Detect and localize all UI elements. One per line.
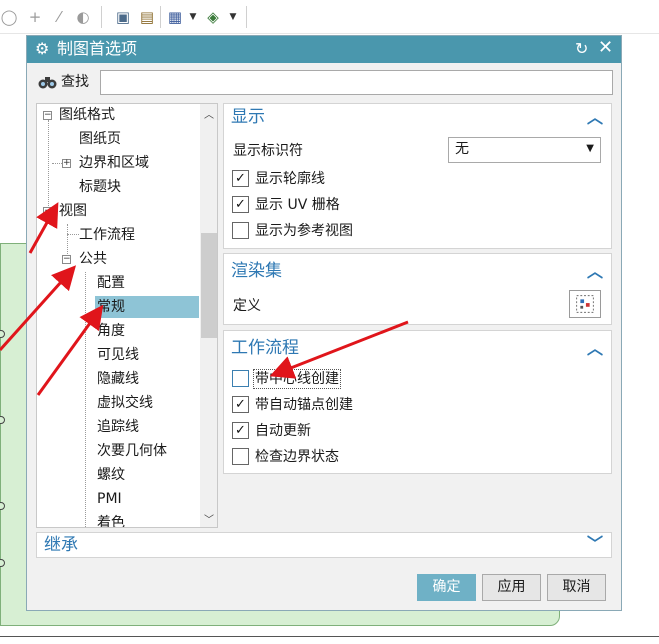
collapse-toggle-icon[interactable]: − bbox=[43, 111, 52, 120]
auto-update-checkbox[interactable]: ✓ bbox=[232, 422, 249, 439]
workflow-panel: 工作流程 ︿ 带中心线创建 ✓ 带自动锚点创建 ✓ 自动更新 检查边界状态 bbox=[223, 330, 612, 474]
tree-item-drawing-sheet[interactable]: 图纸页 bbox=[79, 128, 121, 150]
render-set-panel-title: 渲染集 bbox=[231, 261, 282, 281]
sheet-marker bbox=[0, 416, 5, 424]
tree-item-borders-zones[interactable]: 边界和区域 bbox=[79, 152, 149, 174]
tree-item-shading[interactable]: 着色 bbox=[97, 512, 125, 527]
tree-item-workflow[interactable]: 工作流程 bbox=[79, 224, 135, 246]
create-with-auto-anchor-label: 带自动锚点创建 bbox=[255, 397, 353, 413]
dialog-titlebar[interactable]: ⚙ 制图首选项 ↻ ✕ bbox=[27, 36, 621, 63]
inherit-panel[interactable]: 继承 ﹀ bbox=[36, 532, 612, 558]
toolbar-separator bbox=[101, 6, 102, 28]
tree-item-common[interactable]: 公共 bbox=[79, 248, 107, 270]
close-icon[interactable]: ✕ bbox=[598, 38, 613, 58]
display-panel-title: 显示 bbox=[231, 107, 265, 127]
auto-update-label: 自动更新 bbox=[255, 423, 311, 439]
identifier-select[interactable]: 无 ▼ bbox=[448, 137, 601, 163]
collapse-chevron-icon[interactable]: ︿ bbox=[587, 263, 603, 281]
show-uv-grid-checkbox[interactable]: ✓ bbox=[232, 196, 249, 213]
dialog-title: 制图首选项 bbox=[57, 39, 138, 58]
tree-item-configuration[interactable]: 配置 bbox=[97, 272, 125, 294]
tree-item-visible-lines[interactable]: 可见线 bbox=[97, 344, 139, 366]
display-panel: 显示 ︿ 显示标识符 无 ▼ ✓ 显示轮廓线 ✓ 显示 UV 栅格 显示为参考视… bbox=[223, 103, 612, 249]
check-border-status-checkbox[interactable] bbox=[232, 448, 249, 465]
tree-item-secondary-geometry[interactable]: 次要几何体 bbox=[97, 440, 167, 462]
tree-item-angle[interactable]: 角度 bbox=[97, 320, 125, 342]
create-with-centerlines-checkbox[interactable] bbox=[232, 370, 249, 387]
tree-item-hidden-lines[interactable]: 隐藏线 bbox=[97, 368, 139, 390]
binoculars-icon bbox=[38, 77, 57, 89]
workflow-panel-title: 工作流程 bbox=[231, 338, 299, 358]
tree-scrollbar-thumb[interactable] bbox=[201, 233, 217, 338]
tree-item-general[interactable]: 常规 bbox=[95, 296, 199, 318]
feature-tool-icon[interactable]: ◈ bbox=[204, 8, 222, 26]
drawing-border-line bbox=[0, 636, 659, 637]
collapse-chevron-icon[interactable]: ︿ bbox=[587, 340, 603, 358]
cross-tool-icon[interactable]: + bbox=[26, 8, 44, 26]
tree-item-view[interactable]: 视图 bbox=[59, 200, 87, 222]
define-render-set-icon[interactable] bbox=[569, 290, 601, 318]
table-tool-icon[interactable]: ▦ bbox=[166, 8, 184, 26]
tree-item-title-block[interactable]: 标题块 bbox=[79, 176, 121, 198]
apply-button[interactable]: 应用 bbox=[482, 574, 541, 601]
app-toolbar: ◯ + ⁄ ◐ ▣ ▤ ▦ ▼ ◈ ▼ bbox=[0, 0, 659, 34]
folder-tool-icon[interactable]: ▤ bbox=[138, 8, 156, 26]
chevron-down-icon[interactable]: ▼ bbox=[224, 8, 242, 26]
reset-icon[interactable]: ↻ bbox=[575, 40, 588, 58]
collapse-toggle-icon[interactable]: − bbox=[43, 207, 52, 216]
scroll-down-icon[interactable]: ﹀ bbox=[202, 511, 216, 526]
find-label: 查找 bbox=[61, 74, 89, 90]
show-silhouette-label: 显示轮廓线 bbox=[255, 171, 325, 187]
create-with-auto-anchor-checkbox[interactable]: ✓ bbox=[232, 396, 249, 413]
tree-connector bbox=[48, 120, 49, 208]
chevron-down-icon: ▼ bbox=[586, 143, 594, 154]
tree-connector bbox=[52, 163, 62, 164]
tree-connector bbox=[85, 272, 86, 527]
inherit-panel-title: 继承 bbox=[44, 535, 78, 555]
drafting-preferences-dialog: ⚙ 制图首选项 ↻ ✕ 查找 图纸格式 − 图纸页 边界和区域 + 标题块 视图… bbox=[26, 35, 622, 611]
expand-chevron-icon[interactable]: ﹀ bbox=[587, 535, 603, 553]
scroll-up-icon[interactable]: ︿ bbox=[202, 106, 216, 121]
tree-item-drawing-format[interactable]: 图纸格式 bbox=[59, 104, 115, 126]
view-tool-icon[interactable]: ◐ bbox=[74, 8, 92, 26]
toolbar-separator bbox=[160, 6, 161, 28]
define-label: 定义 bbox=[233, 298, 261, 314]
identifier-label: 显示标识符 bbox=[233, 143, 303, 159]
show-as-reference-label: 显示为参考视图 bbox=[255, 223, 353, 239]
circle-tool-icon[interactable]: ◯ bbox=[0, 8, 18, 26]
preferences-tree: 图纸格式 − 图纸页 边界和区域 + 标题块 视图 − 工作流程 公共 − 配置… bbox=[36, 103, 218, 528]
tree-item-pmi[interactable]: PMI bbox=[97, 488, 122, 510]
sheet-marker bbox=[0, 502, 5, 510]
image-tool-icon[interactable]: ▣ bbox=[114, 8, 132, 26]
ok-button[interactable]: 确定 bbox=[417, 574, 476, 601]
show-silhouette-checkbox[interactable]: ✓ bbox=[232, 170, 249, 187]
find-input[interactable] bbox=[100, 70, 613, 95]
line-tool-icon[interactable]: ⁄ bbox=[50, 8, 68, 26]
tree-item-trace-lines[interactable]: 追踪线 bbox=[97, 416, 139, 438]
collapse-chevron-icon[interactable]: ︿ bbox=[587, 109, 603, 127]
cancel-button[interactable]: 取消 bbox=[547, 574, 606, 601]
tree-item-virtual-intersections[interactable]: 虚拟交线 bbox=[97, 392, 153, 414]
tree-connector bbox=[67, 234, 79, 235]
show-uv-grid-label: 显示 UV 栅格 bbox=[255, 197, 340, 213]
toolbar-separator bbox=[246, 6, 247, 28]
gear-icon: ⚙ bbox=[35, 39, 50, 58]
collapse-toggle-icon[interactable]: − bbox=[62, 255, 71, 264]
show-as-reference-checkbox[interactable] bbox=[232, 222, 249, 239]
sheet-marker bbox=[0, 330, 5, 338]
sheet-marker bbox=[0, 559, 5, 567]
tree-item-threads[interactable]: 螺纹 bbox=[97, 464, 125, 486]
expand-toggle-icon[interactable]: + bbox=[62, 159, 71, 168]
chevron-down-icon[interactable]: ▼ bbox=[184, 8, 202, 26]
check-border-status-label: 检查边界状态 bbox=[255, 449, 339, 465]
render-set-panel: 渲染集 ︿ 定义 bbox=[223, 253, 612, 325]
create-with-centerlines-label: 带中心线创建 bbox=[253, 369, 341, 389]
